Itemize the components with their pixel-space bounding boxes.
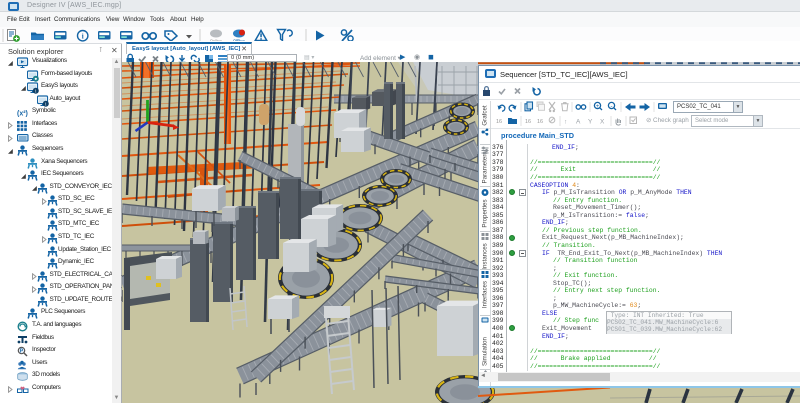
svg-text:X: X <box>600 119 605 126</box>
svg-text:Y: Y <box>588 119 593 126</box>
svg-text:A: A <box>576 119 581 126</box>
svg-text:+: + <box>596 104 600 110</box>
svg-text:16: 16 <box>525 119 531 125</box>
svg-text:(x²): (x²) <box>17 111 28 118</box>
svg-text:16: 16 <box>496 119 502 125</box>
svg-text:↑: ↑ <box>564 119 567 126</box>
svg-text:i: i <box>82 32 84 40</box>
svg-text:16: 16 <box>537 119 543 125</box>
svg-text:-: - <box>611 104 613 110</box>
